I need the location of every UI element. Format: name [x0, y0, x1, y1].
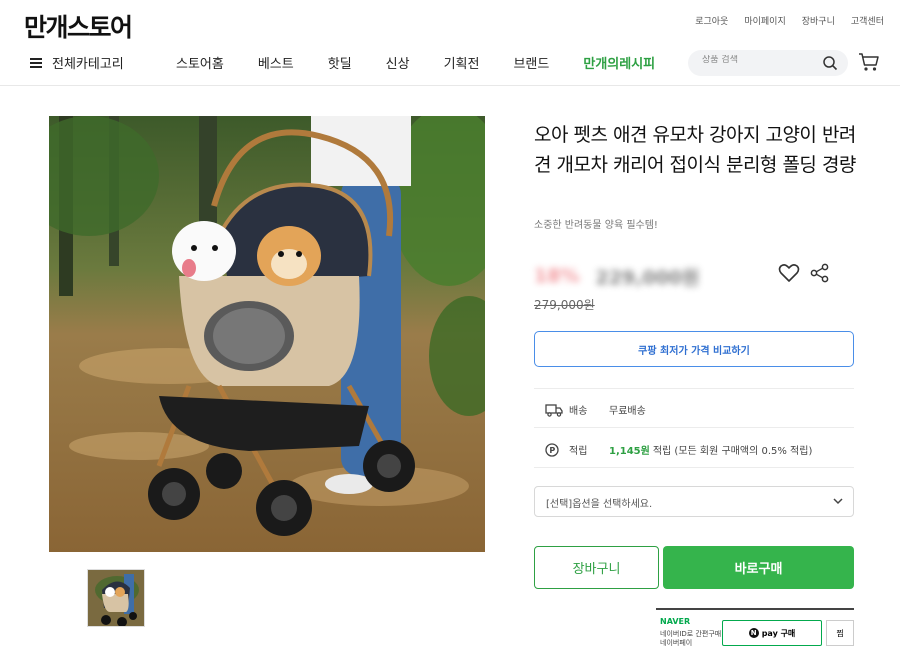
sale-price: 229,000원: [595, 266, 700, 289]
option-select-value: [선택]옵션을 선택하세요.: [546, 499, 653, 510]
mypage-link[interactable]: 마이페이지: [744, 14, 785, 27]
add-to-cart-button[interactable]: 장바구니: [534, 546, 659, 589]
menu-icon: [30, 57, 42, 68]
chevron-down-icon: [833, 498, 843, 505]
product-thumbnail[interactable]: [87, 569, 145, 627]
price-compare-button[interactable]: 쿠팡 최저가 가격 비교하기: [534, 331, 854, 367]
product-title: 오아 펫츠 애견 유모차 강아지 고양이 반려견 개모차 캐리어 접이식 분리형…: [534, 124, 856, 176]
original-price: 279,000원: [534, 298, 595, 312]
points-value: 1,145원: [609, 446, 650, 457]
nav-item-best[interactable]: 베스트: [258, 53, 294, 72]
search-icon[interactable]: [822, 55, 838, 71]
points-description: 적립 (모든 회원 구매액의 0.5% 적립): [652, 446, 813, 457]
customer-center-link[interactable]: 고객센터: [851, 14, 884, 27]
nav-item-hotdeal[interactable]: 핫딜: [328, 53, 352, 72]
naver-pay-button[interactable]: N pay 구매: [722, 620, 822, 646]
option-select[interactable]: [선택]옵션을 선택하세요.: [534, 486, 854, 517]
search-input[interactable]: [702, 55, 822, 65]
naver-pay-line2: 네이버페이: [660, 639, 693, 647]
naver-pay-section: NAVER 네이버ID로 간편구매 네이버페이 N pay 구매 찜: [656, 608, 854, 648]
nav-item-store-home[interactable]: 스토어홈: [176, 53, 224, 72]
divider: [534, 427, 854, 428]
buy-now-button[interactable]: 바로구매: [663, 546, 854, 589]
share-icon[interactable]: [810, 263, 830, 283]
heart-icon[interactable]: [778, 263, 800, 283]
points-icon: P: [545, 442, 559, 457]
svg-text:P: P: [549, 446, 555, 455]
utility-links: 로그아웃 마이페이지 장바구니 고객센터: [695, 14, 884, 27]
nav-item-brand[interactable]: 브랜드: [513, 53, 549, 72]
discount-rate: 18%: [534, 265, 580, 287]
header-divider: [0, 85, 900, 86]
nav-item-recipe[interactable]: 만개의레시피: [583, 53, 655, 72]
divider: [534, 388, 854, 389]
all-categories-label: 전체카테고리: [52, 57, 124, 72]
nav-links: 스토어홈 베스트 핫딜 신상 기획전 브랜드 만개의레시피: [176, 53, 689, 72]
shipping-row: 배송 무료배송: [545, 402, 646, 417]
main-nav: 전체카테고리 스토어홈 베스트 핫딜 신상 기획전 브랜드 만개의레시피: [0, 44, 900, 84]
naver-n-icon: N: [748, 628, 759, 638]
product-main-image[interactable]: [49, 116, 485, 552]
divider: [534, 467, 854, 468]
points-label: 적립: [569, 446, 588, 457]
cart-icon[interactable]: [858, 51, 880, 73]
shipping-label: 배송: [569, 406, 588, 417]
price-row: 18% 229,000원: [534, 262, 700, 290]
search-box: [688, 50, 848, 76]
wishlist-button[interactable]: 찜: [826, 620, 854, 646]
truck-icon: [545, 403, 563, 417]
logout-link[interactable]: 로그아웃: [695, 14, 728, 27]
all-categories-button[interactable]: 전체카테고리: [30, 53, 124, 72]
nav-item-new[interactable]: 신상: [386, 53, 410, 72]
product-subtitle: 소중한 반려동물 양육 필수템!: [534, 220, 658, 231]
points-row: P 적립 1,145원 적립 (모든 회원 구매액의 0.5% 적립): [545, 442, 812, 457]
shipping-value: 무료배송: [609, 406, 646, 417]
naver-pay-button-label: pay 구매: [761, 628, 796, 638]
cart-link[interactable]: 장바구니: [802, 14, 835, 27]
store-logo[interactable]: 만개스토어: [24, 8, 133, 44]
nav-item-exhibition[interactable]: 기획전: [444, 53, 480, 72]
naver-logo: NAVER: [660, 617, 691, 626]
